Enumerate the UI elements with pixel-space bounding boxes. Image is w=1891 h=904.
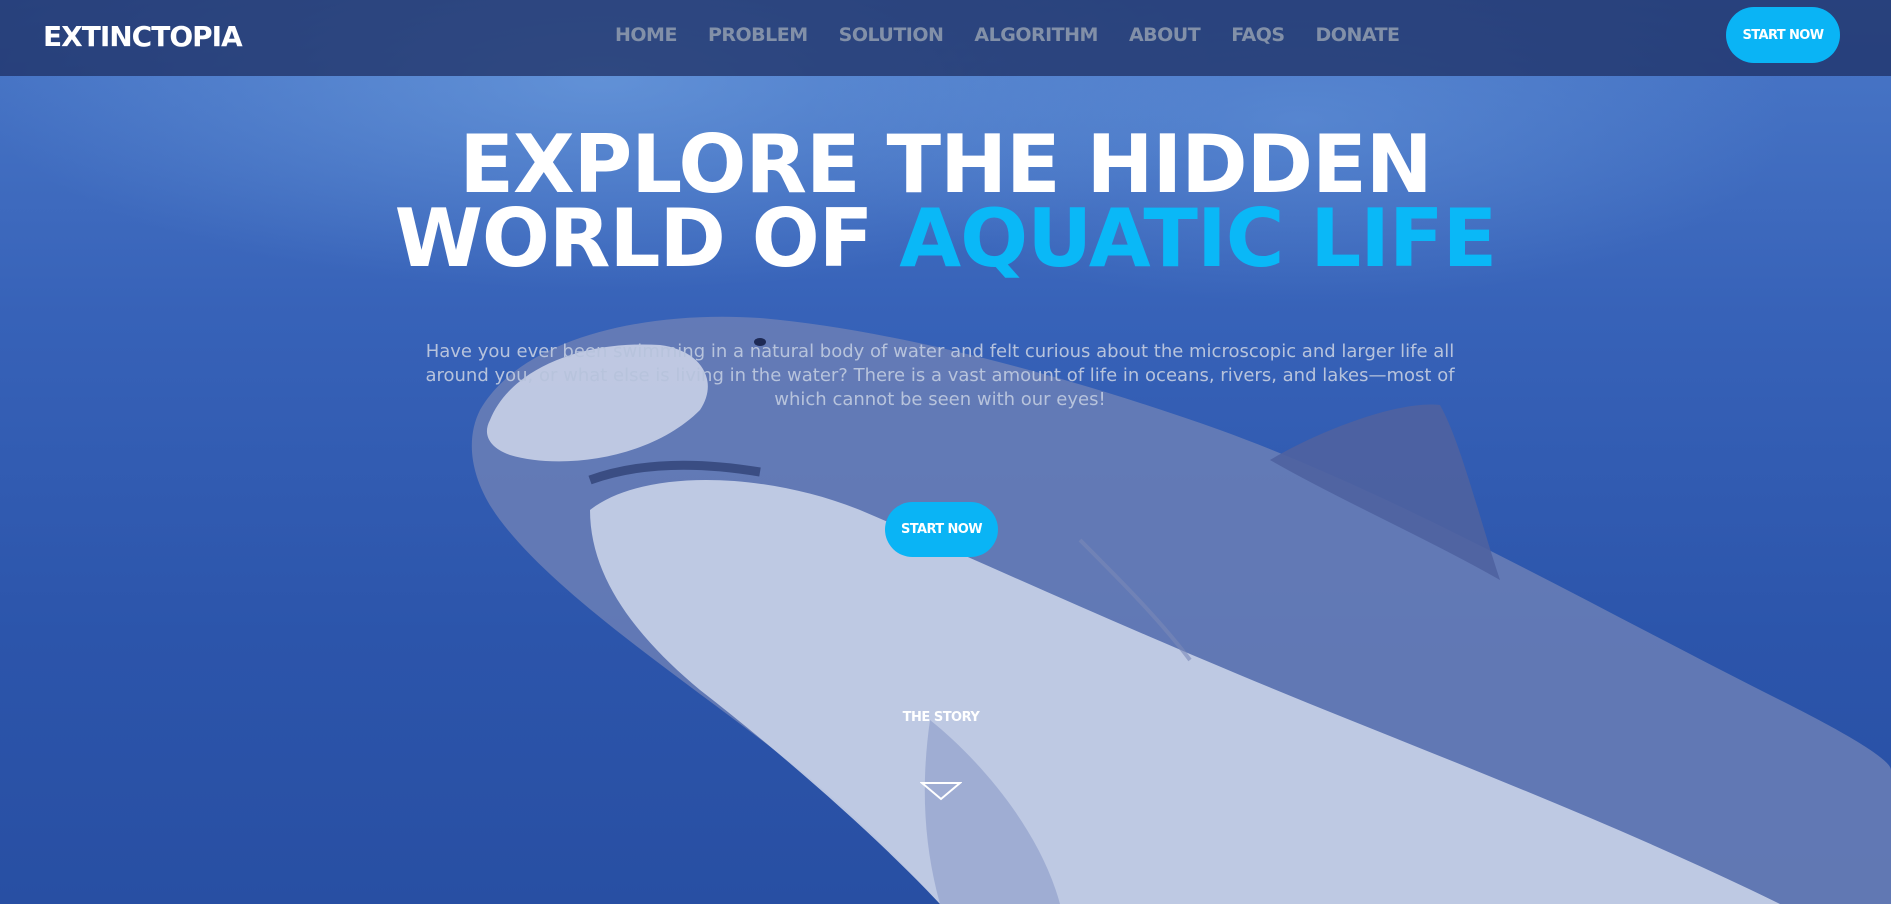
nav-link-home[interactable]: HOME — [615, 24, 677, 46]
nav-link-faqs[interactable]: FAQS — [1231, 24, 1285, 46]
nav-link-problem[interactable]: PROBLEM — [708, 24, 808, 46]
hero-intro-paragraph: Have you ever been swimming in a natural… — [425, 341, 1455, 410]
top-navigation-bar: EXTINCTOPIA HOME PROBLEM SOLUTION ALGORI… — [0, 0, 1891, 76]
site-logo[interactable]: EXTINCTOPIA — [43, 20, 243, 53]
headline-accent-text: AQUATIC LIFE — [899, 192, 1497, 285]
hero-headline: EXPLORE THE HIDDEN WORLD OF AQUATIC LIFE — [0, 125, 1891, 279]
nav-link-algorithm[interactable]: ALGORITHM — [974, 24, 1098, 46]
hero-start-now-button[interactable]: START NOW — [885, 502, 998, 557]
nav-link-solution[interactable]: SOLUTION — [839, 24, 944, 46]
the-story-label[interactable]: THE STORY — [0, 710, 1882, 725]
nav-link-about[interactable]: ABOUT — [1129, 24, 1201, 46]
nav-link-donate[interactable]: DONATE — [1316, 24, 1401, 46]
chevron-down-icon[interactable] — [920, 780, 962, 802]
nav-start-now-button[interactable]: START NOW — [1726, 7, 1840, 63]
headline-line-2-prefix: WORLD OF — [394, 192, 900, 285]
nav-menu: HOME PROBLEM SOLUTION ALGORITHM ABOUT FA… — [615, 24, 1431, 46]
